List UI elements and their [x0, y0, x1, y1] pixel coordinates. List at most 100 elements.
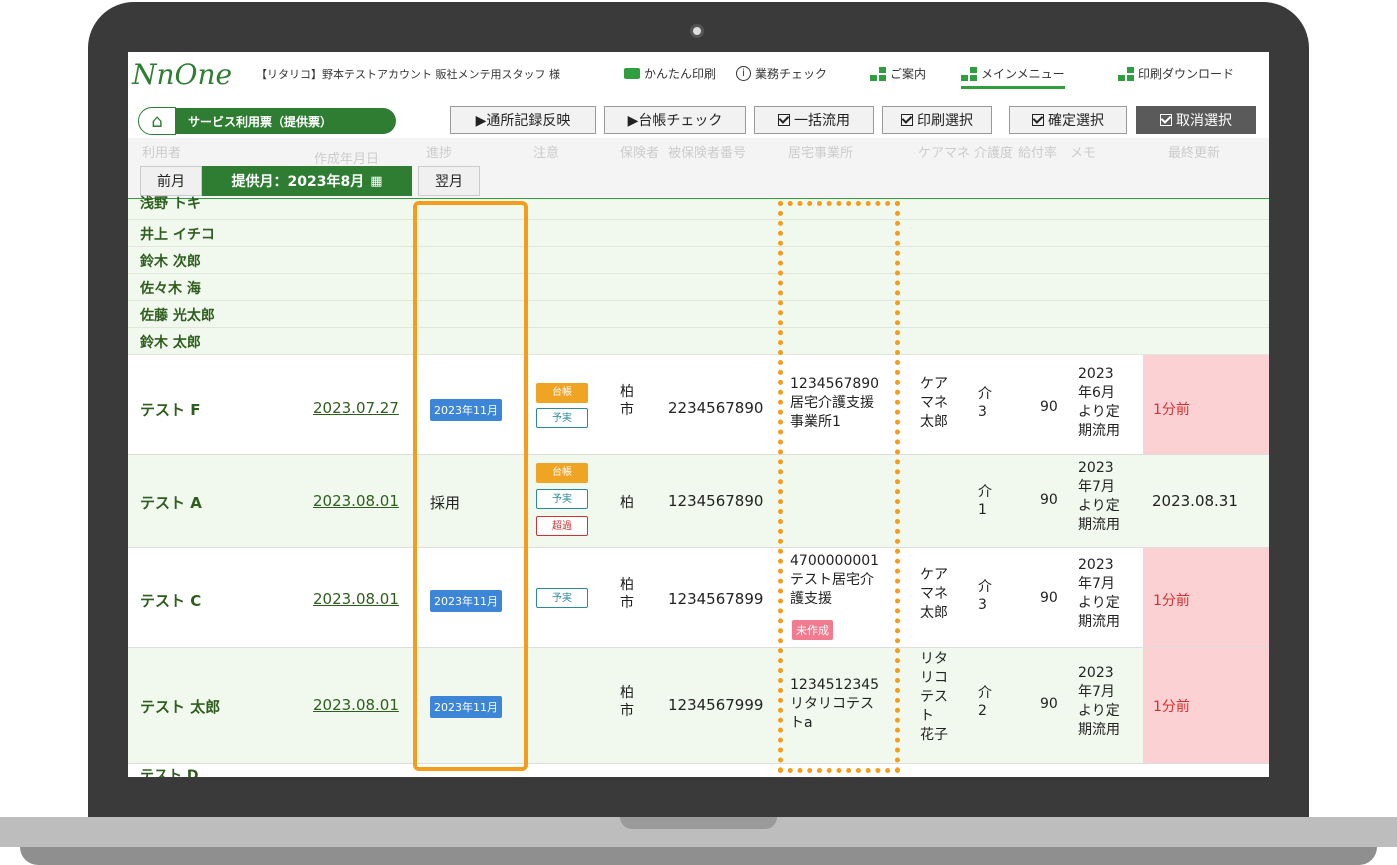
ledger-check-button[interactable]: ▶台帳チェック: [604, 106, 746, 134]
care-level-value: 3: [978, 597, 987, 613]
table-row[interactable]: 井上 イチコ: [128, 220, 1269, 247]
care-manager: ケア マネ 太郎: [920, 375, 948, 432]
table-row[interactable]: 鈴木 次郎: [128, 247, 1269, 274]
col-number[interactable]: 被保険者番号: [668, 142, 746, 161]
user-name[interactable]: 佐藤 光太郎: [140, 305, 215, 325]
print-select-button[interactable]: 印刷選択: [882, 106, 992, 134]
memo: 2023 年7月 より定 期流用: [1078, 664, 1120, 740]
office-column-highlight: [778, 201, 900, 773]
user-name[interactable]: 鈴木 次郎: [140, 251, 201, 271]
user-name[interactable]: テスト D: [140, 765, 199, 777]
print-download-link[interactable]: 印刷ダウンロード: [1118, 65, 1234, 82]
main-menu-link[interactable]: メインメニュー: [961, 65, 1065, 89]
table-row[interactable]: テスト D: [128, 764, 1269, 777]
laptop-base: [0, 817, 1397, 865]
service-ticket-pill[interactable]: ⌂ サービス利用票（提供票）: [138, 107, 396, 135]
col-office[interactable]: 居宅事業所: [788, 142, 853, 161]
col-progress[interactable]: 進捗: [426, 142, 452, 161]
service-ticket-label: サービス利用票（提供票）: [188, 114, 333, 129]
table-row[interactable]: テスト A 2023.08.01 採用 台帳 予実 超過 柏 123456789…: [128, 455, 1269, 548]
care-level-value: 1: [978, 502, 987, 518]
table-row[interactable]: 佐藤 光太郎: [128, 301, 1269, 328]
account-name: 【リタリコ】野本テストアカウント 販社メンテ用スタッフ 様: [256, 68, 560, 81]
checkbox-icon: [778, 114, 790, 126]
table-row[interactable]: テスト C 2023.08.01 2023年11月 予実 柏市 12345678…: [128, 548, 1269, 648]
care-level-label: 介: [978, 484, 992, 500]
user-name[interactable]: 浅野 トキ: [140, 193, 201, 213]
col-level[interactable]: 介護度: [974, 142, 1013, 161]
home-icon[interactable]: ⌂: [138, 107, 176, 135]
memo-line: 期流用: [1078, 722, 1120, 738]
benefit-rate: 90: [1040, 590, 1058, 606]
printer-icon: [624, 68, 640, 79]
created-date-link[interactable]: 2023.07.27: [313, 399, 399, 417]
memo-line: 年7月: [1078, 479, 1115, 495]
user-name[interactable]: テスト 太郎: [140, 696, 220, 717]
memo-line: 2023: [1078, 557, 1114, 573]
user-name[interactable]: 井上 イチコ: [140, 224, 215, 244]
memo-line: より定: [1078, 595, 1120, 611]
insured-number: 2234567890: [668, 399, 764, 417]
table-row[interactable]: 佐々木 海: [128, 274, 1269, 301]
current-month-selector[interactable]: 提供月：2023年8月 ▦: [202, 166, 412, 196]
bulk-copy-button[interactable]: 一括流用: [754, 106, 874, 134]
last-updated-cell: 1分前: [1143, 355, 1269, 454]
care-level: 介 3: [978, 385, 992, 421]
col-rate[interactable]: 給付率: [1018, 142, 1057, 161]
guide-link[interactable]: ご案内: [870, 65, 926, 82]
caremgr-line: ケア: [920, 376, 948, 392]
care-level: 介 1: [978, 483, 992, 519]
plan-actual-tag: 予実: [536, 489, 588, 509]
task-check-link[interactable]: i 業務チェック: [736, 65, 827, 82]
cancel-select-button[interactable]: 取消選択: [1136, 106, 1256, 134]
table-row[interactable]: テスト 太郎 2023.08.01 2023年11月 柏市 1234567999…: [128, 648, 1269, 764]
user-name[interactable]: テスト A: [140, 492, 202, 513]
table-row[interactable]: 浅野 トキ: [128, 196, 1269, 220]
month-navigation: 前月 提供月：2023年8月 ▦ 翌月: [140, 166, 480, 196]
checkbox-icon: [1032, 114, 1044, 126]
insured-number: 1234567999: [668, 696, 764, 714]
caremgr-line: ト: [920, 708, 934, 724]
user-name[interactable]: テスト C: [140, 590, 201, 611]
confirm-select-button[interactable]: 確定選択: [1009, 106, 1127, 134]
table-row[interactable]: テスト F 2023.07.27 2023年11月 台帳 予実 柏市 22345…: [128, 355, 1269, 455]
reflect-button[interactable]: ▶通所記録反映: [450, 106, 596, 134]
memo-line: より定: [1078, 404, 1120, 420]
last-updated: 1分前: [1153, 699, 1190, 715]
next-month-button[interactable]: 翌月: [418, 166, 480, 196]
care-level-label: 介: [978, 685, 992, 701]
col-memo[interactable]: メモ: [1070, 142, 1096, 161]
overage-tag: 超過: [536, 516, 588, 536]
main-menu-label: メインメニュー: [981, 67, 1065, 81]
col-user[interactable]: 利用者: [142, 142, 181, 161]
progress-column-highlight: [413, 201, 528, 771]
memo: 2023 年7月 より定 期流用: [1078, 459, 1120, 535]
created-date-link[interactable]: 2023.08.01: [313, 696, 399, 714]
care-level-label: 介: [978, 386, 992, 402]
table-row[interactable]: 鈴木 太郎: [128, 328, 1269, 355]
memo: 2023 年7月 より定 期流用: [1078, 556, 1120, 632]
col-caution[interactable]: 注意: [533, 142, 559, 161]
col-updated[interactable]: 最終更新: [1168, 142, 1220, 161]
easy-print-link[interactable]: かんたん印刷: [624, 65, 716, 82]
current-month-label: 提供月：2023年8月: [231, 174, 365, 190]
col-caremgr[interactable]: ケアマネ: [918, 142, 970, 161]
grid-icon: [870, 66, 886, 81]
user-name[interactable]: 佐々木 海: [140, 278, 201, 298]
checkbox-icon: [901, 114, 913, 126]
app-header: NnOne 【リタリコ】野本テストアカウント 販社メンテ用スタッフ 様 かんたん…: [128, 52, 1269, 96]
user-name[interactable]: 鈴木 太郎: [140, 332, 201, 352]
prev-month-button[interactable]: 前月: [140, 166, 202, 196]
task-check-label: 業務チェック: [755, 67, 828, 81]
col-insurer[interactable]: 保険者: [620, 142, 659, 161]
created-date-link[interactable]: 2023.08.01: [313, 492, 399, 510]
benefit-rate: 90: [1040, 696, 1058, 712]
user-name[interactable]: テスト F: [140, 399, 200, 420]
col-created[interactable]: 作成年月日: [314, 148, 379, 167]
insurer: 柏市: [620, 384, 634, 418]
confirm-select-label: 確定選択: [1048, 113, 1104, 129]
memo-line: 2023: [1078, 460, 1114, 476]
created-date-link[interactable]: 2023.08.01: [313, 590, 399, 608]
insurer: 柏市: [620, 685, 634, 719]
memo-line: 年7月: [1078, 684, 1115, 700]
